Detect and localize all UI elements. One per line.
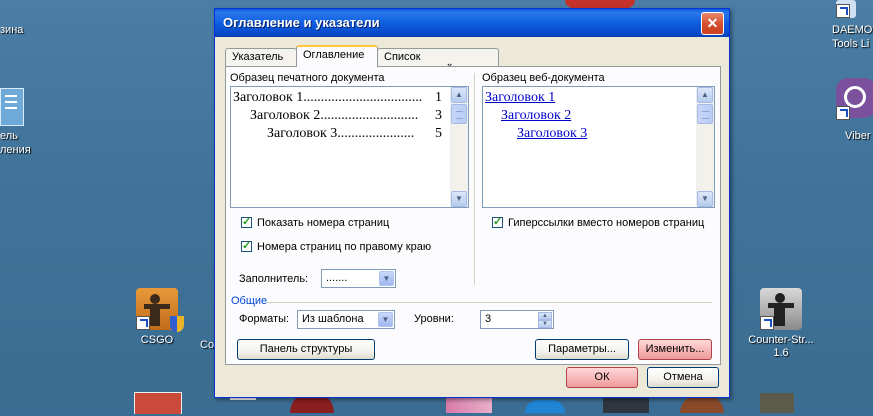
ok-button[interactable]: ОК (566, 367, 638, 388)
desktop-label-left-top[interactable]: зина (0, 24, 23, 36)
print-entry-2-page: 3 (435, 108, 442, 123)
counter-strike-icon (760, 288, 802, 330)
general-divider (266, 302, 712, 303)
formats-label: Форматы: (239, 313, 290, 325)
counter-strike-shortcut[interactable]: Counter-Str... 1.6 (736, 288, 826, 360)
print-entry-1-dots: .................................. (303, 90, 423, 105)
general-group-label: Общие (231, 295, 268, 307)
web-preview-label: Образец веб-документа (482, 72, 605, 84)
options-button[interactable]: Параметры... (535, 339, 629, 360)
csgo-label: CSGO (140, 334, 174, 346)
desktop-label-daemon-1[interactable]: DAEMO (832, 24, 872, 36)
print-entry-3-dots: ...................... (337, 126, 415, 141)
scroll-up-icon[interactable]: ▲ (697, 87, 713, 103)
print-entry-3: Заголовок 3...................... 5 (267, 126, 445, 142)
viber-icon[interactable] (836, 78, 873, 120)
spin-up-icon[interactable]: ▲ (538, 312, 552, 320)
modify-button[interactable]: Изменить... (638, 339, 712, 360)
desktop-label-left-mid-2[interactable]: ления (0, 144, 31, 156)
print-entry-2-dots: ............................ (320, 108, 419, 123)
levels-value: 3 (485, 313, 492, 325)
print-preview-label: Образец печатного документа (230, 72, 385, 84)
csgo-icon (136, 288, 184, 332)
checkmark-icon[interactable] (492, 215, 503, 228)
top-app-icon[interactable] (565, 0, 635, 8)
chevron-down-icon[interactable]: ▼ (379, 271, 394, 286)
leader-select[interactable]: ....... ▼ (321, 269, 396, 288)
spin-down-icon[interactable]: ▼ (538, 320, 552, 328)
desktop-label-left-mid-1[interactable]: ель (0, 130, 18, 142)
print-preview-scrollbar[interactable]: ▲ ▼ (450, 87, 468, 207)
formats-select[interactable]: Из шаблона ▼ (297, 310, 395, 329)
leader-value: ....... (326, 272, 348, 284)
web-entry-1[interactable]: Заголовок 1 (485, 90, 555, 106)
outline-panel-button[interactable]: Панель структуры (237, 339, 375, 360)
shield-icon (170, 316, 184, 332)
scroll-down-icon[interactable]: ▼ (697, 191, 713, 207)
print-entry-3-page: 5 (435, 126, 442, 141)
counter-strike-label-1: Counter-Str... (748, 334, 814, 346)
bottom-app-icon-2[interactable] (230, 397, 256, 416)
show-page-numbers-label: Показать номера страниц (257, 217, 390, 229)
right-align-label: Номера страниц по правому краю (257, 241, 432, 253)
leader-label: Заполнитель: (239, 273, 309, 285)
bottom-app-icon-8[interactable] (760, 393, 794, 413)
print-entry-2-text: Заголовок 2 (250, 108, 321, 123)
desktop-label-viber[interactable]: Viber (845, 130, 870, 142)
bottom-app-icon-5[interactable] (525, 400, 565, 413)
vertical-divider (474, 73, 476, 285)
print-entry-1-page: 1 (435, 90, 442, 105)
scroll-up-icon[interactable]: ▲ (451, 87, 467, 103)
print-entry-1: Заголовок 1.............................… (233, 90, 445, 106)
scroll-thumb[interactable] (451, 104, 467, 124)
web-entry-3[interactable]: Заголовок 3 (517, 126, 587, 142)
show-page-numbers-checkbox[interactable]: Показать номера страниц (241, 215, 390, 229)
tab-toc[interactable]: Оглавление (296, 45, 378, 67)
toc-dialog: Оглавление и указатели ✕ Указатель Оглав… (214, 8, 730, 398)
chevron-down-icon[interactable]: ▼ (378, 312, 393, 327)
cancel-button[interactable]: Отмена (647, 367, 719, 388)
formats-value: Из шаблона (302, 313, 364, 325)
scroll-down-icon[interactable]: ▼ (451, 191, 467, 207)
desktop-label-daemon-2[interactable]: Tools Li (832, 38, 869, 50)
close-icon: ✕ (706, 15, 719, 31)
checkmark-icon[interactable] (241, 239, 252, 252)
levels-label: Уровни: (414, 313, 454, 325)
web-entry-2[interactable]: Заголовок 2 (501, 108, 571, 124)
tab-index[interactable]: Указатель (225, 48, 297, 66)
tab-panel: Образец печатного документа Заголовок 1.… (225, 66, 721, 365)
web-preview-content: Заголовок 1 Заголовок 2 Заголовок 3 (483, 87, 697, 207)
print-entry-3-text: Заголовок 3 (267, 126, 338, 141)
checkmark-icon[interactable] (241, 215, 252, 228)
web-preview-scrollbar[interactable]: ▲ ▼ (696, 87, 714, 207)
hyperlinks-label: Гиперссылки вместо номеров страниц (508, 217, 705, 229)
dialog-title: Оглавление и указатели (223, 15, 380, 30)
bottom-app-icon-1[interactable] (134, 392, 182, 414)
close-button[interactable]: ✕ (701, 12, 724, 35)
tab-figures[interactable]: Список иллюстраций (377, 48, 499, 75)
control-panel-icon[interactable] (0, 88, 24, 126)
print-entry-2: Заголовок 2............................ … (250, 108, 445, 124)
hyperlinks-checkbox[interactable]: Гиперссылки вместо номеров страниц (492, 215, 705, 229)
scroll-thumb[interactable] (697, 104, 713, 124)
desktop-label-co[interactable]: Co (200, 339, 214, 351)
print-entry-1-text: Заголовок 1 (233, 90, 304, 105)
web-preview-box: Заголовок 1 Заголовок 2 Заголовок 3 ▲ ▼ (482, 86, 715, 208)
daemon-tools-icon[interactable] (836, 0, 856, 18)
dialog-titlebar[interactable]: Оглавление и указатели ✕ (215, 9, 729, 37)
right-align-checkbox[interactable]: Номера страниц по правому краю (241, 239, 432, 253)
levels-spinner[interactable]: 3 ▲ ▼ (480, 310, 554, 329)
print-preview-box: Заголовок 1.............................… (230, 86, 469, 208)
print-preview-content: Заголовок 1.............................… (231, 87, 451, 207)
csgo-shortcut[interactable]: CSGO (112, 288, 202, 347)
counter-strike-label-2: 1.6 (773, 347, 789, 359)
